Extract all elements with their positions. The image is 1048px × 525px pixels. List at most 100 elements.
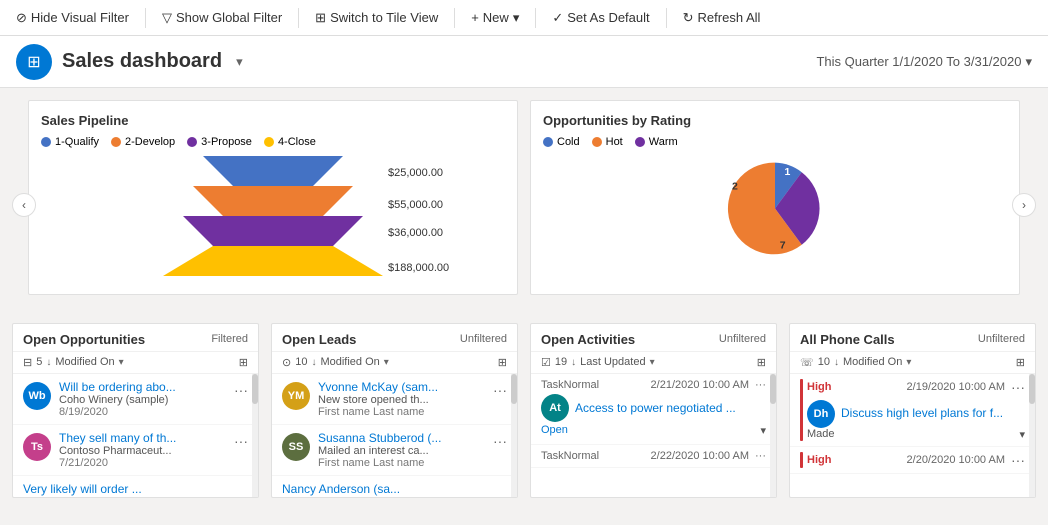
activities-sort-down-icon[interactable]: ↓: [571, 357, 576, 368]
new-button[interactable]: + New ▾: [463, 6, 527, 30]
nav-right-arrow[interactable]: ›: [1012, 193, 1036, 217]
scrollbar-thumb[interactable]: [1029, 374, 1035, 404]
dashboard-title: Sales dashboard: [62, 50, 222, 73]
item-title[interactable]: They sell many of th...: [59, 431, 226, 445]
date-range[interactable]: This Quarter 1/1/2020 To 3/31/2020 ▾: [816, 54, 1032, 70]
more-options-icon[interactable]: ···: [234, 382, 248, 398]
activity-avatar: At: [541, 394, 569, 422]
more-options-icon[interactable]: ···: [493, 433, 507, 449]
scrollbar-track[interactable]: [770, 374, 776, 497]
activity-more-icon2[interactable]: ···: [755, 450, 766, 462]
activity-more-icon[interactable]: ···: [755, 379, 766, 391]
scrollbar-track[interactable]: [511, 374, 517, 497]
phone-sort-chevron-icon[interactable]: ▾: [906, 357, 911, 368]
item-title[interactable]: Nancy Anderson (sa...: [282, 482, 507, 496]
hide-visual-filter-button[interactable]: ⊘ Hide Visual Filter: [8, 6, 137, 30]
phone-row: High 2/19/2020 10:00 AM ··· Dh Discuss h…: [790, 374, 1035, 447]
activity-type: Task: [541, 450, 564, 462]
title-chevron-icon[interactable]: ▾: [236, 54, 243, 70]
svg-text:1: 1: [785, 166, 791, 178]
open-activities-card: Open Activities Unfiltered ☑ 19 ↓ Last U…: [530, 323, 777, 498]
item-title[interactable]: Very likely will order ...: [23, 482, 248, 496]
pie-legend: Cold Hot Warm: [543, 136, 1007, 148]
phone-chevron-icon[interactable]: ▾: [1019, 428, 1025, 441]
opp-filter-icon[interactable]: ⊞: [239, 356, 248, 369]
activity-title[interactable]: Access to power negotiated ...: [575, 401, 736, 415]
phone-sort-down-icon[interactable]: ↓: [834, 357, 839, 368]
activity-chevron-icon[interactable]: ▾: [760, 424, 766, 437]
toolbar-separator-4: [535, 8, 536, 28]
activities-filter-icon[interactable]: ⊞: [757, 356, 766, 369]
set-as-default-label: Set As Default: [567, 10, 649, 25]
sales-pipeline-card: Sales Pipeline 1-Qualify 2-Develop 3-Pro…: [28, 100, 518, 295]
switch-tile-view-button[interactable]: ⊞ Switch to Tile View: [307, 6, 446, 30]
scrollbar-thumb[interactable]: [252, 374, 258, 404]
phone-more-icon2[interactable]: ···: [1011, 452, 1025, 468]
phone-priority: High: [807, 381, 831, 393]
svg-text:$25,000.00: $25,000.00: [388, 167, 443, 179]
hide-visual-filter-label: Hide Visual Filter: [31, 10, 129, 25]
toolbar-separator-3: [454, 8, 455, 28]
phone-filter-icon[interactable]: ⊞: [1016, 356, 1025, 369]
item-title[interactable]: Susanna Stubberod (...: [318, 431, 485, 445]
open-leads-subheader: ⊙ 10 ↓ Modified On ▾ ⊞: [272, 352, 517, 374]
activities-sort-chevron-icon[interactable]: ▾: [650, 357, 655, 368]
opp-count: 5: [36, 356, 42, 368]
legend-develop: 2-Develop: [111, 136, 175, 148]
charts-row: Sales Pipeline 1-Qualify 2-Develop 3-Pro…: [28, 100, 1020, 295]
sales-pipeline-title: Sales Pipeline: [41, 113, 505, 128]
avatar: YM: [282, 382, 310, 410]
svg-text:$36,000.00: $36,000.00: [388, 227, 443, 239]
phone-meta: High 2/19/2020 10:00 AM ···: [807, 379, 1025, 395]
activity-status: Open ▾: [541, 422, 766, 439]
charts-wrapper: ‹ Sales Pipeline 1-Qualify 2-Develop: [12, 100, 1036, 311]
leads-filter-icon[interactable]: ⊞: [498, 356, 507, 369]
scrollbar-track[interactable]: [252, 374, 258, 497]
show-global-filter-label: Show Global Filter: [176, 10, 282, 25]
tile-view-icon: ⊞: [315, 10, 326, 26]
leads-sort-down-icon[interactable]: ↓: [311, 357, 316, 368]
new-chevron-icon: ▾: [513, 10, 520, 26]
scrollbar-track[interactable]: [1029, 374, 1035, 497]
sort-down-icon[interactable]: ↓: [46, 357, 51, 368]
opportunities-rating-card: Opportunities by Rating Cold Hot Warm: [530, 100, 1020, 295]
leads-count: 10: [295, 356, 307, 368]
show-global-filter-button[interactable]: ▽ Show Global Filter: [154, 6, 290, 30]
pie-svg: 1 2 7: [695, 156, 855, 261]
phone-sort-field: Modified On: [843, 356, 902, 368]
item-title[interactable]: Yvonne McKay (sam...: [318, 380, 485, 394]
open-opportunities-subheader: ⊟ 5 ↓ Modified On ▾ ⊞: [13, 352, 258, 374]
svg-text:7: 7: [780, 240, 786, 252]
scrollbar-thumb[interactable]: [511, 374, 517, 404]
refresh-all-label: Refresh All: [698, 10, 761, 25]
scrollbar-thumb[interactable]: [770, 374, 776, 404]
legend-hot: Hot: [592, 136, 623, 148]
phone-status-text: Made: [807, 428, 835, 440]
phone-priority: High: [807, 454, 831, 466]
phone-more-icon[interactable]: ···: [1011, 379, 1025, 395]
plus-icon: +: [471, 10, 479, 25]
all-phone-calls-header: All Phone Calls Unfiltered: [790, 324, 1035, 352]
refresh-all-button[interactable]: ↻ Refresh All: [675, 6, 769, 30]
list-item: YM Yvonne McKay (sam... New store opened…: [272, 374, 517, 425]
refresh-icon: ↻: [683, 10, 694, 26]
activity-datetime: 2/21/2020 10:00 AM: [599, 379, 749, 391]
open-opportunities-title: Open Opportunities: [23, 332, 145, 347]
phone-main: Dh Discuss high level plans for f...: [807, 398, 1025, 428]
opp-sort-chevron-icon[interactable]: ▾: [119, 357, 124, 368]
svg-text:$55,000.00: $55,000.00: [388, 199, 443, 211]
activity-priority: Normal: [564, 450, 599, 462]
leads-sort-chevron-icon[interactable]: ▾: [384, 357, 389, 368]
phone-row-content: High 2/19/2020 10:00 AM ··· Dh Discuss h…: [807, 379, 1025, 441]
nav-left-arrow[interactable]: ‹: [12, 193, 36, 217]
date-range-chevron-icon[interactable]: ▾: [1025, 54, 1032, 70]
hot-dot: [592, 137, 602, 147]
phone-title[interactable]: Discuss high level plans for f...: [841, 406, 1003, 420]
more-options-icon[interactable]: ···: [234, 433, 248, 449]
phone-row: High 2/20/2020 10:00 AM ···: [790, 447, 1035, 474]
set-as-default-button[interactable]: ✓ Set As Default: [544, 6, 657, 30]
more-options-icon[interactable]: ···: [493, 382, 507, 398]
item-title[interactable]: Will be ordering abo...: [59, 380, 226, 394]
svg-text:$188,000.00: $188,000.00: [388, 262, 449, 274]
list-item: Wb Will be ordering abo... Coho Winery (…: [13, 374, 258, 425]
